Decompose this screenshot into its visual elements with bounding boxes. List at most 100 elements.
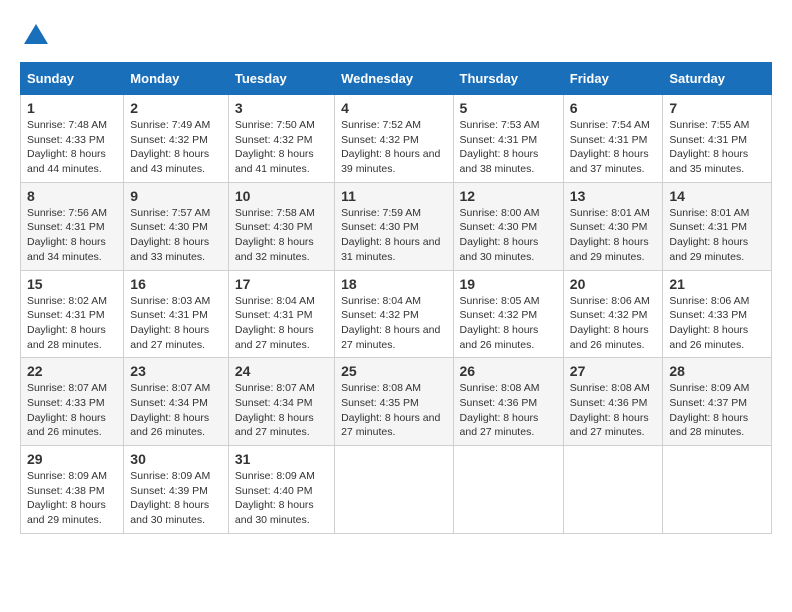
weekday-header: Sunday: [21, 63, 124, 95]
calendar-table: SundayMondayTuesdayWednesdayThursdayFrid…: [20, 62, 772, 534]
calendar-cell: 27 Sunrise: 8:08 AMSunset: 4:36 PMDaylig…: [563, 358, 663, 446]
day-detail: Sunrise: 7:52 AMSunset: 4:32 PMDaylight:…: [341, 119, 440, 175]
day-detail: Sunrise: 8:09 AMSunset: 4:38 PMDaylight:…: [27, 470, 107, 526]
calendar-week-row: 15 Sunrise: 8:02 AMSunset: 4:31 PMDaylig…: [21, 270, 772, 358]
day-detail: Sunrise: 8:09 AMSunset: 4:39 PMDaylight:…: [130, 470, 210, 526]
day-number: 15: [27, 276, 117, 292]
calendar-cell: 4 Sunrise: 7:52 AMSunset: 4:32 PMDayligh…: [335, 95, 453, 183]
day-detail: Sunrise: 8:08 AMSunset: 4:35 PMDaylight:…: [341, 382, 440, 438]
day-detail: Sunrise: 7:58 AMSunset: 4:30 PMDaylight:…: [235, 207, 315, 263]
day-detail: Sunrise: 7:59 AMSunset: 4:30 PMDaylight:…: [341, 207, 440, 263]
day-number: 4: [341, 100, 446, 116]
day-number: 7: [669, 100, 765, 116]
calendar-cell: 15 Sunrise: 8:02 AMSunset: 4:31 PMDaylig…: [21, 270, 124, 358]
day-number: 11: [341, 188, 446, 204]
day-number: 19: [460, 276, 557, 292]
calendar-cell: 10 Sunrise: 7:58 AMSunset: 4:30 PMDaylig…: [228, 182, 334, 270]
day-detail: Sunrise: 8:04 AMSunset: 4:31 PMDaylight:…: [235, 295, 315, 351]
calendar-cell: 26 Sunrise: 8:08 AMSunset: 4:36 PMDaylig…: [453, 358, 563, 446]
day-detail: Sunrise: 7:53 AMSunset: 4:31 PMDaylight:…: [460, 119, 540, 175]
day-number: 10: [235, 188, 328, 204]
day-detail: Sunrise: 8:07 AMSunset: 4:33 PMDaylight:…: [27, 382, 107, 438]
day-detail: Sunrise: 7:48 AMSunset: 4:33 PMDaylight:…: [27, 119, 107, 175]
day-number: 31: [235, 451, 328, 467]
calendar-cell: 28 Sunrise: 8:09 AMSunset: 4:37 PMDaylig…: [663, 358, 772, 446]
day-number: 16: [130, 276, 222, 292]
day-detail: Sunrise: 7:54 AMSunset: 4:31 PMDaylight:…: [570, 119, 650, 175]
header: [20, 20, 772, 52]
day-number: 3: [235, 100, 328, 116]
calendar-cell: 11 Sunrise: 7:59 AMSunset: 4:30 PMDaylig…: [335, 182, 453, 270]
day-number: 8: [27, 188, 117, 204]
calendar-cell: 21 Sunrise: 8:06 AMSunset: 4:33 PMDaylig…: [663, 270, 772, 358]
day-detail: Sunrise: 8:09 AMSunset: 4:37 PMDaylight:…: [669, 382, 749, 438]
day-detail: Sunrise: 8:07 AMSunset: 4:34 PMDaylight:…: [235, 382, 315, 438]
day-detail: Sunrise: 8:06 AMSunset: 4:32 PMDaylight:…: [570, 295, 650, 351]
day-number: 5: [460, 100, 557, 116]
day-detail: Sunrise: 8:07 AMSunset: 4:34 PMDaylight:…: [130, 382, 210, 438]
day-number: 17: [235, 276, 328, 292]
calendar-cell: [335, 446, 453, 534]
weekday-header: Thursday: [453, 63, 563, 95]
calendar-cell: 14 Sunrise: 8:01 AMSunset: 4:31 PMDaylig…: [663, 182, 772, 270]
weekday-header: Saturday: [663, 63, 772, 95]
calendar-cell: 29 Sunrise: 8:09 AMSunset: 4:38 PMDaylig…: [21, 446, 124, 534]
calendar-cell: [453, 446, 563, 534]
day-number: 22: [27, 363, 117, 379]
day-number: 12: [460, 188, 557, 204]
weekday-header: Friday: [563, 63, 663, 95]
day-detail: Sunrise: 8:01 AMSunset: 4:31 PMDaylight:…: [669, 207, 749, 263]
calendar-cell: 1 Sunrise: 7:48 AMSunset: 4:33 PMDayligh…: [21, 95, 124, 183]
weekday-header: Monday: [124, 63, 229, 95]
day-detail: Sunrise: 8:06 AMSunset: 4:33 PMDaylight:…: [669, 295, 749, 351]
day-detail: Sunrise: 7:50 AMSunset: 4:32 PMDaylight:…: [235, 119, 315, 175]
day-number: 29: [27, 451, 117, 467]
day-number: 28: [669, 363, 765, 379]
day-detail: Sunrise: 8:01 AMSunset: 4:30 PMDaylight:…: [570, 207, 650, 263]
day-number: 13: [570, 188, 657, 204]
day-detail: Sunrise: 7:56 AMSunset: 4:31 PMDaylight:…: [27, 207, 107, 263]
day-detail: Sunrise: 7:49 AMSunset: 4:32 PMDaylight:…: [130, 119, 210, 175]
day-detail: Sunrise: 8:00 AMSunset: 4:30 PMDaylight:…: [460, 207, 540, 263]
calendar-cell: 24 Sunrise: 8:07 AMSunset: 4:34 PMDaylig…: [228, 358, 334, 446]
calendar-cell: 19 Sunrise: 8:05 AMSunset: 4:32 PMDaylig…: [453, 270, 563, 358]
calendar-cell: 5 Sunrise: 7:53 AMSunset: 4:31 PMDayligh…: [453, 95, 563, 183]
calendar-cell: 12 Sunrise: 8:00 AMSunset: 4:30 PMDaylig…: [453, 182, 563, 270]
calendar-cell: 13 Sunrise: 8:01 AMSunset: 4:30 PMDaylig…: [563, 182, 663, 270]
day-detail: Sunrise: 7:55 AMSunset: 4:31 PMDaylight:…: [669, 119, 749, 175]
day-number: 18: [341, 276, 446, 292]
day-number: 24: [235, 363, 328, 379]
day-detail: Sunrise: 8:08 AMSunset: 4:36 PMDaylight:…: [460, 382, 540, 438]
calendar-week-row: 1 Sunrise: 7:48 AMSunset: 4:33 PMDayligh…: [21, 95, 772, 183]
day-number: 26: [460, 363, 557, 379]
day-detail: Sunrise: 8:04 AMSunset: 4:32 PMDaylight:…: [341, 295, 440, 351]
weekday-header: Wednesday: [335, 63, 453, 95]
calendar-cell: 31 Sunrise: 8:09 AMSunset: 4:40 PMDaylig…: [228, 446, 334, 534]
day-detail: Sunrise: 8:02 AMSunset: 4:31 PMDaylight:…: [27, 295, 107, 351]
calendar-cell: [663, 446, 772, 534]
calendar-cell: 7 Sunrise: 7:55 AMSunset: 4:31 PMDayligh…: [663, 95, 772, 183]
day-number: 23: [130, 363, 222, 379]
calendar-cell: 22 Sunrise: 8:07 AMSunset: 4:33 PMDaylig…: [21, 358, 124, 446]
calendar-cell: 16 Sunrise: 8:03 AMSunset: 4:31 PMDaylig…: [124, 270, 229, 358]
calendar-cell: [563, 446, 663, 534]
day-number: 14: [669, 188, 765, 204]
day-detail: Sunrise: 8:08 AMSunset: 4:36 PMDaylight:…: [570, 382, 650, 438]
calendar-week-row: 29 Sunrise: 8:09 AMSunset: 4:38 PMDaylig…: [21, 446, 772, 534]
calendar-cell: 8 Sunrise: 7:56 AMSunset: 4:31 PMDayligh…: [21, 182, 124, 270]
calendar-cell: 2 Sunrise: 7:49 AMSunset: 4:32 PMDayligh…: [124, 95, 229, 183]
calendar-week-row: 8 Sunrise: 7:56 AMSunset: 4:31 PMDayligh…: [21, 182, 772, 270]
day-number: 30: [130, 451, 222, 467]
day-number: 1: [27, 100, 117, 116]
calendar-cell: 20 Sunrise: 8:06 AMSunset: 4:32 PMDaylig…: [563, 270, 663, 358]
day-number: 9: [130, 188, 222, 204]
calendar-cell: 23 Sunrise: 8:07 AMSunset: 4:34 PMDaylig…: [124, 358, 229, 446]
calendar-cell: 25 Sunrise: 8:08 AMSunset: 4:35 PMDaylig…: [335, 358, 453, 446]
day-number: 25: [341, 363, 446, 379]
day-number: 27: [570, 363, 657, 379]
logo-icon: [20, 20, 52, 52]
day-detail: Sunrise: 7:57 AMSunset: 4:30 PMDaylight:…: [130, 207, 210, 263]
day-detail: Sunrise: 8:03 AMSunset: 4:31 PMDaylight:…: [130, 295, 210, 351]
weekday-header: Tuesday: [228, 63, 334, 95]
day-number: 2: [130, 100, 222, 116]
